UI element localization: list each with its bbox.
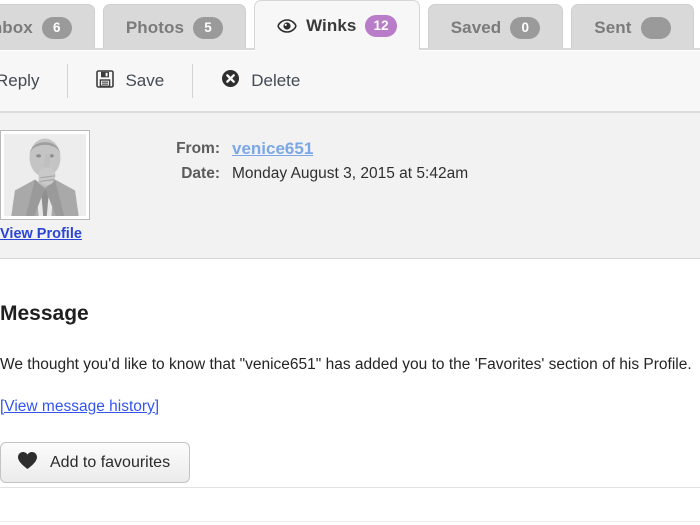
meta-row-date: Date: Monday August 3, 2015 at 5:42am (170, 161, 468, 186)
tab-inbox[interactable]: Inbox 6 (0, 4, 95, 50)
save-label: Save (125, 71, 165, 90)
view-message-history-link[interactable]: [View message history] (0, 398, 159, 416)
avatar[interactable] (0, 130, 90, 220)
message-viewer-page: Inbox 6 Photos 5 Winks 12 Saved 0 Sent (0, 0, 700, 525)
message-header-panel: View Profile From: venice651 Date: Monda… (0, 113, 700, 259)
date-value: Monday August 3, 2015 at 5:42am (232, 165, 469, 182)
delete-label: Delete (251, 71, 301, 90)
date-label: Date: (181, 165, 220, 182)
message-toolbar: Reply Save Delete (0, 51, 700, 111)
tab-sent[interactable]: Sent (571, 4, 694, 50)
tab-photos[interactable]: Photos 5 (102, 4, 247, 50)
delete-button[interactable]: Delete (193, 51, 328, 111)
reply-label: Reply (0, 71, 40, 90)
tab-winks[interactable]: Winks 12 (254, 0, 420, 52)
meta-row-from: From: venice651 (170, 136, 468, 161)
from-label: From: (176, 140, 220, 157)
view-profile-link[interactable]: View Profile (0, 226, 92, 242)
tab-saved[interactable]: Saved 0 (427, 4, 564, 50)
sender-avatar-block: View Profile (0, 130, 92, 242)
message-body: Message We thought you'd like to know th… (0, 260, 700, 483)
heart-icon (17, 451, 38, 475)
tab-label-inbox: Inbox (0, 18, 33, 37)
floppy-disk-icon (96, 69, 115, 93)
save-button[interactable]: Save (68, 51, 192, 111)
close-circle-icon (221, 69, 240, 93)
footer-divider-secondary (0, 521, 700, 522)
tab-label-sent: Sent (594, 18, 632, 37)
tab-label-winks: Winks (306, 16, 357, 35)
add-to-favourites-label: Add to favourites (50, 453, 171, 471)
tab-badge-inbox: 6 (41, 16, 72, 39)
message-text: We thought you'd like to know that "veni… (0, 356, 692, 373)
tab-badge-photos: 5 (193, 16, 224, 39)
tab-badge-sent (640, 16, 671, 39)
tab-badge-winks: 12 (365, 14, 397, 37)
eye-icon (277, 18, 297, 33)
reply-button[interactable]: Reply (0, 51, 67, 111)
message-meta: From: venice651 Date: Monday August 3, 2… (170, 136, 468, 186)
sender-name-link[interactable]: venice651 (232, 136, 313, 161)
mailbox-tab-bar: Inbox 6 Photos 5 Winks 12 Saved 0 Sent (0, 0, 700, 52)
message-title: Message (0, 302, 89, 325)
add-to-favourites-button[interactable]: Add to favourites (0, 442, 190, 483)
tab-badge-saved: 0 (510, 16, 541, 39)
tab-label-photos: Photos (125, 18, 185, 37)
footer-divider (0, 487, 700, 488)
tab-label-saved: Saved (450, 18, 502, 37)
